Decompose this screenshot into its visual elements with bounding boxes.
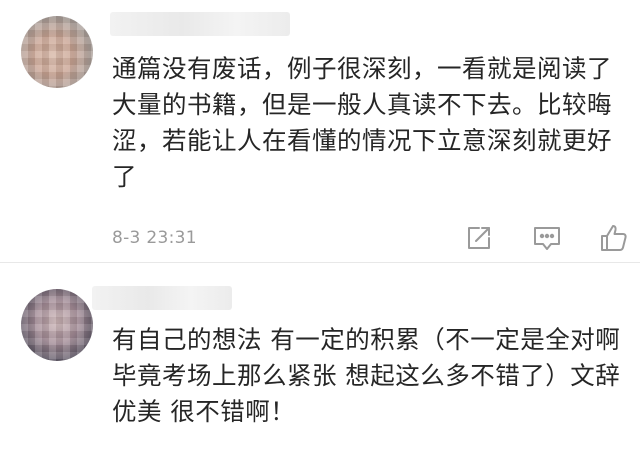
username-blurred[interactable] xyxy=(110,12,290,36)
avatar[interactable] xyxy=(21,289,93,361)
thumbs-up-icon xyxy=(601,225,627,251)
comment-item: 有自己的想法 有一定的积累（不一定是全对啊 毕竟考场上那么紧张 想起这么多不错了… xyxy=(0,262,640,449)
comment-timestamp: 8-3 23:31 xyxy=(112,228,197,248)
reply-button[interactable] xyxy=(531,222,563,254)
like-button[interactable] xyxy=(598,222,630,254)
avatar-mosaic xyxy=(21,16,93,88)
comment-icon xyxy=(534,227,560,250)
share-icon xyxy=(468,227,490,249)
comment-text: 通篇没有废话，例子很深刻，一看就是阅读了大量的书籍，但是一般人真读不下去。比较晦… xyxy=(112,54,612,191)
avatar[interactable] xyxy=(21,16,93,88)
comment-item: 通篇没有废话，例子很深刻，一看就是阅读了大量的书籍，但是一般人真读不下去。比较晦… xyxy=(0,0,640,262)
share-button[interactable] xyxy=(463,222,495,254)
avatar-mosaic xyxy=(21,289,93,361)
comment-text: 有自己的想法 有一定的积累（不一定是全对啊 毕竟考场上那么紧张 想起这么多不错了… xyxy=(112,325,621,426)
username-blurred[interactable] xyxy=(92,286,232,310)
